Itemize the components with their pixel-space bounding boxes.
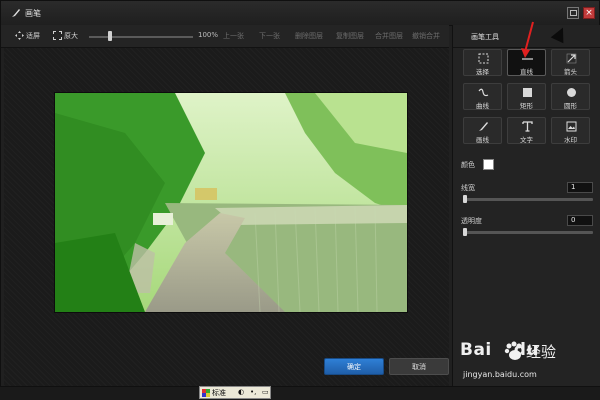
color-swatch[interactable] — [483, 159, 494, 170]
editor-window: 画笔 × 适屏 原大 100% 上一张 下一张 删除图层 复制图层 合并图层 撤… — [0, 0, 600, 387]
ime-logo-icon — [202, 389, 210, 397]
tool-brush[interactable]: 画线 — [463, 117, 502, 144]
tool-watermark[interactable]: 水印 — [551, 117, 590, 144]
opacity-input[interactable]: 0 — [567, 215, 593, 226]
watermark-cn: 经验 — [526, 343, 557, 361]
brush-icon — [12, 9, 20, 17]
prev-image-button[interactable]: 上一张 — [223, 31, 244, 41]
keyboard-icon[interactable]: ▭ — [262, 388, 269, 396]
circle-icon — [567, 88, 576, 97]
tool-select[interactable]: 选择 — [463, 49, 502, 76]
original-size-button[interactable]: 原大 — [64, 31, 78, 41]
tool-label: 箭头 — [564, 68, 577, 76]
cancel-button[interactable]: 取消 — [389, 358, 449, 375]
arrow-icon — [566, 53, 577, 64]
baidu-jingyan-watermark: Bai du 经验 jingyan.baidu.com — [460, 340, 590, 388]
panel-title: 画笔工具 — [471, 33, 499, 41]
title-bar[interactable]: 画笔 × — [1, 1, 599, 26]
color-label: 颜色 — [461, 161, 475, 169]
next-image-button[interactable]: 下一张 — [259, 31, 280, 41]
tool-label: 直线 — [520, 68, 533, 76]
tool-label: 画线 — [476, 136, 489, 144]
fit-screen-icon — [15, 31, 24, 40]
tool-label: 文字 — [520, 136, 533, 144]
merge-layer-button[interactable]: 合并图层 — [375, 31, 403, 41]
watermark-icon — [566, 121, 577, 132]
window-title: 画笔 — [25, 9, 41, 18]
watermark-url: jingyan.baidu.com — [463, 370, 537, 379]
text-icon — [522, 121, 533, 132]
opacity-slider[interactable] — [463, 231, 593, 234]
opacity-label: 透明度 — [461, 217, 482, 225]
close-button[interactable]: × — [583, 7, 595, 19]
original-size-icon — [53, 31, 62, 40]
line-width-slider[interactable] — [463, 198, 593, 201]
landscape-image — [55, 93, 407, 312]
fit-screen-button[interactable]: 适屏 — [26, 31, 40, 41]
tool-label: 曲线 — [476, 102, 489, 110]
tool-circle[interactable]: 圆形 — [551, 83, 590, 110]
tool-rectangle[interactable]: 矩形 — [507, 83, 546, 110]
tool-text[interactable]: 文字 — [507, 117, 546, 144]
rectangle-icon — [523, 88, 532, 97]
canvas-area[interactable]: 确定 取消 — [4, 48, 449, 386]
zoom-slider-handle[interactable] — [108, 31, 112, 41]
ok-button[interactable]: 确定 — [324, 358, 384, 375]
opacity-slider-handle[interactable] — [463, 228, 467, 236]
line-width-label: 线宽 — [461, 184, 475, 192]
curve-icon — [478, 88, 489, 97]
annotation-arrow-icon — [521, 21, 534, 58]
zoom-slider[interactable] — [89, 36, 193, 38]
brush-icon — [479, 122, 488, 131]
tool-label: 选择 — [476, 68, 489, 76]
edited-photo[interactable] — [54, 92, 408, 313]
ime-taskbar[interactable]: 标准 ◐ •, ▭ — [199, 386, 271, 399]
tool-label: 矩形 — [520, 102, 533, 110]
tool-label: 圆形 — [564, 102, 577, 110]
brush-tools-panel: 画笔工具 选择 直线 箭头 曲线 矩形 圆形 画线 文字 水印 颜色 线宽 1 … — [452, 24, 600, 386]
maximize-button[interactable] — [567, 7, 579, 19]
tool-label: 水印 — [564, 136, 577, 144]
tool-curve[interactable]: 曲线 — [463, 83, 502, 110]
zoom-value: 100% — [198, 31, 219, 39]
moon-icon[interactable]: ◐ — [238, 388, 244, 396]
select-icon — [478, 53, 489, 64]
line-width-input[interactable]: 1 — [567, 182, 593, 193]
cursor-pointer-icon — [550, 24, 570, 44]
paw-icon — [504, 341, 522, 360]
tool-arrow[interactable]: 箭头 — [551, 49, 590, 76]
punctuation-icon[interactable]: •, — [250, 388, 256, 396]
undo-merge-button[interactable]: 撤销合并 — [412, 31, 440, 41]
line-width-slider-handle[interactable] — [463, 195, 467, 203]
ime-mode-label[interactable]: 标准 — [212, 388, 226, 398]
copy-layer-button[interactable]: 复制图层 — [336, 31, 364, 41]
delete-layer-button[interactable]: 删除图层 — [295, 31, 323, 41]
toolbar: 适屏 原大 100% 上一张 下一张 删除图层 复制图层 合并图层 撤销合并 — [1, 25, 449, 48]
